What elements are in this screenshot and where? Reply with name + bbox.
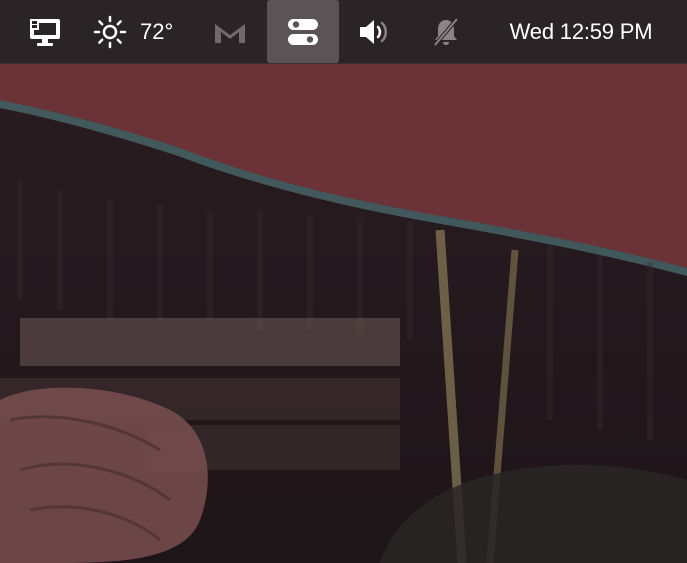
gmail-icon [215, 23, 245, 43]
speaker-volume-icon [360, 19, 387, 44]
top-menu-bar: 72° Wed 12:59 PM [0, 0, 687, 64]
wallpaper-art [0, 63, 687, 563]
display-settings-icon [30, 18, 60, 46]
control-center-button[interactable] [267, 0, 339, 63]
sun-icon [93, 15, 127, 48]
volume-button[interactable] [350, 0, 398, 63]
desktop-wallpaper [0, 0, 687, 563]
display-settings-button[interactable] [23, 0, 67, 63]
weather-temperature: 72° [140, 18, 174, 44]
notifications-muted-icon [433, 17, 459, 46]
control-center-toggles-icon [288, 18, 318, 45]
weather-widget[interactable]: 72° [92, 0, 184, 63]
mail-button[interactable] [207, 0, 253, 63]
clock[interactable]: Wed 12:59 PM [487, 0, 675, 63]
notifications-button[interactable] [422, 0, 470, 63]
